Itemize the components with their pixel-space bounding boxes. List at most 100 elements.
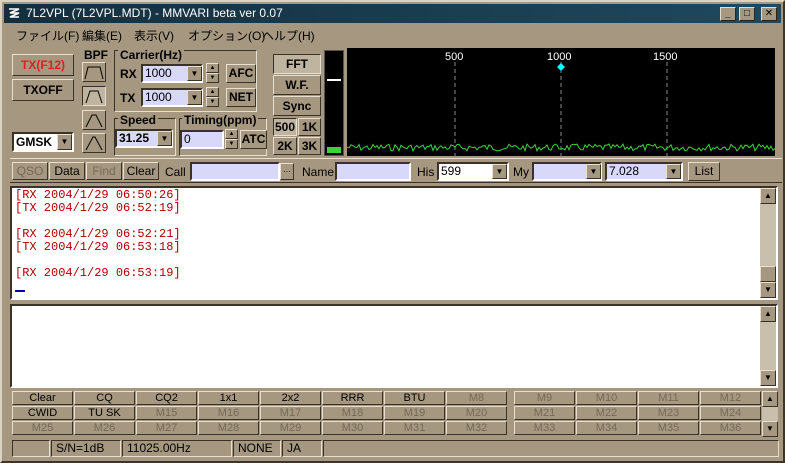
tx-down-icon[interactable]: ▼	[206, 97, 219, 107]
list-button[interactable]: List	[688, 162, 720, 181]
macro-button[interactable]: M22	[576, 406, 637, 420]
rx-window[interactable]: [RX 2004/1/29 06:50:26] [TX 2004/1/29 06…	[10, 186, 778, 300]
macro-button[interactable]: M16	[198, 406, 259, 420]
fft-button[interactable]: FFT	[273, 54, 321, 74]
span-1k-button[interactable]: 1K	[298, 118, 321, 136]
macro-button[interactable]: TU SK	[74, 406, 135, 420]
bpf-sharp-button[interactable]	[82, 133, 106, 153]
macro-button[interactable]: M31	[384, 421, 445, 435]
find-button[interactable]: Find	[86, 162, 122, 180]
macro-button[interactable]: M25	[12, 421, 73, 435]
macro-button[interactable]: M8	[446, 391, 507, 405]
macro-button[interactable]: M19	[384, 406, 445, 420]
macro-button[interactable]: M35	[638, 421, 699, 435]
macro-button[interactable]: 2x2	[260, 391, 321, 405]
timing-up-icon[interactable]: ▲	[225, 129, 238, 139]
title-bar[interactable]: 7L2VPL (7L2VPL.MDT) - MMVARI beta ver 0.…	[4, 4, 781, 23]
macro-button[interactable]: M15	[136, 406, 197, 420]
timing-down-icon[interactable]: ▼	[225, 139, 238, 149]
band-dropdown-icon[interactable]: ▼	[666, 164, 681, 179]
timing-input[interactable]: 0	[180, 130, 224, 149]
macro-button[interactable]: M20	[446, 406, 507, 420]
macro-button[interactable]: M21	[514, 406, 575, 420]
macro-button[interactable]: M36	[700, 421, 761, 435]
macro-scrollbar[interactable]: ▲ ▼	[762, 391, 778, 437]
macro-button[interactable]: M23	[638, 406, 699, 420]
rx-log-line: [RX 2004/1/29 06:53:19]	[15, 266, 181, 280]
macro-button[interactable]: M33	[514, 421, 575, 435]
tx-edit-window[interactable]: ▲ ▼	[10, 304, 778, 388]
macro-button[interactable]: CQ2	[136, 391, 197, 405]
macro-button[interactable]: M27	[136, 421, 197, 435]
bpf-wide-button[interactable]	[82, 62, 106, 82]
rx-scroll-down-icon[interactable]: ▼	[760, 282, 776, 298]
my-dropdown-icon[interactable]: ▼	[586, 164, 601, 179]
maximize-button[interactable]: □	[739, 7, 755, 21]
macro-button[interactable]: M26	[74, 421, 135, 435]
macro-button[interactable]: M10	[576, 391, 637, 405]
menu-help[interactable]: ヘルプ(H)	[262, 27, 315, 44]
txoff-button[interactable]: TXOFF	[12, 79, 74, 101]
atc-button[interactable]: ATC	[240, 130, 267, 149]
tx-scrollbar[interactable]: ▲ ▼	[760, 306, 776, 386]
close-button[interactable]: ✕	[761, 7, 777, 21]
speed-dropdown-icon[interactable]: ▼	[157, 131, 172, 146]
bpf-medium-button[interactable]	[82, 86, 106, 106]
span-3k-button[interactable]: 3K	[298, 137, 321, 155]
call-browse-button[interactable]: …	[280, 163, 294, 180]
macro-button[interactable]: RRR	[322, 391, 383, 405]
macro-button[interactable]: M18	[322, 406, 383, 420]
his-dropdown-icon[interactable]: ▼	[492, 164, 507, 179]
span-500-button[interactable]: 500	[273, 118, 297, 136]
afc-button[interactable]: AFC	[226, 64, 256, 83]
net-button[interactable]: NET	[226, 88, 256, 107]
menu-file[interactable]: ファイル(F)	[16, 27, 79, 44]
sync-button[interactable]: Sync	[273, 96, 321, 116]
macro-button[interactable]: Clear	[12, 391, 73, 405]
tx-scroll-down-icon[interactable]: ▼	[760, 370, 776, 386]
mode-dropdown-icon[interactable]: ▼	[57, 134, 72, 150]
macro-button[interactable]: M28	[198, 421, 259, 435]
rx-freq-dropdown-icon[interactable]: ▼	[187, 66, 202, 81]
rx-up-icon[interactable]: ▲	[206, 63, 219, 73]
clear-button[interactable]: Clear	[123, 162, 159, 180]
tx-button[interactable]: TX(F12)	[12, 54, 74, 76]
macro-scroll-down-icon[interactable]: ▼	[762, 421, 778, 437]
macro-scroll-up-icon[interactable]: ▲	[762, 391, 778, 407]
macro-button[interactable]: BTU	[384, 391, 445, 405]
rx-scroll-up-icon[interactable]: ▲	[760, 188, 776, 204]
qso-button[interactable]: QSO	[12, 162, 48, 180]
macro-button[interactable]: M32	[446, 421, 507, 435]
tx-freq-dropdown-icon[interactable]: ▼	[187, 90, 202, 105]
menu-view[interactable]: 表示(V)	[134, 27, 174, 44]
tx-scroll-up-icon[interactable]: ▲	[760, 306, 776, 322]
mode-select[interactable]: GMSK ▼	[12, 132, 74, 152]
spectrum-display[interactable]: 500 1000 1500	[347, 48, 775, 156]
data-button[interactable]: Data	[49, 162, 85, 180]
bpf-narrow-button[interactable]	[82, 110, 106, 130]
call-input[interactable]	[190, 162, 280, 181]
rx-scrollbar[interactable]: ▲ ▼	[760, 188, 776, 298]
macro-button[interactable]: M9	[514, 391, 575, 405]
name-input[interactable]	[335, 162, 411, 181]
macro-button[interactable]: CQ	[74, 391, 135, 405]
macro-button[interactable]: M17	[260, 406, 321, 420]
rx-down-icon[interactable]: ▼	[206, 73, 219, 83]
waterfall-button[interactable]: W.F.	[273, 75, 321, 95]
rx-scroll-thumb[interactable]	[760, 266, 776, 282]
macro-button[interactable]: M30	[322, 421, 383, 435]
macro-button[interactable]: 1x1	[198, 391, 259, 405]
tick-label-1500: 1500	[653, 51, 677, 63]
menu-edit[interactable]: 編集(E)	[82, 27, 122, 44]
macro-button[interactable]: M24	[700, 406, 761, 420]
macro-button[interactable]: M34	[576, 421, 637, 435]
tx-up-icon[interactable]: ▲	[206, 87, 219, 97]
his-label: His	[417, 165, 435, 179]
macro-button[interactable]: M29	[260, 421, 321, 435]
macro-button[interactable]: M11	[638, 391, 699, 405]
span-2k-button[interactable]: 2K	[273, 137, 297, 155]
macro-button[interactable]: CWID	[12, 406, 73, 420]
menu-options[interactable]: オプション(O)	[188, 27, 265, 44]
minimize-button[interactable]: _	[720, 7, 736, 21]
macro-button[interactable]: M12	[700, 391, 761, 405]
